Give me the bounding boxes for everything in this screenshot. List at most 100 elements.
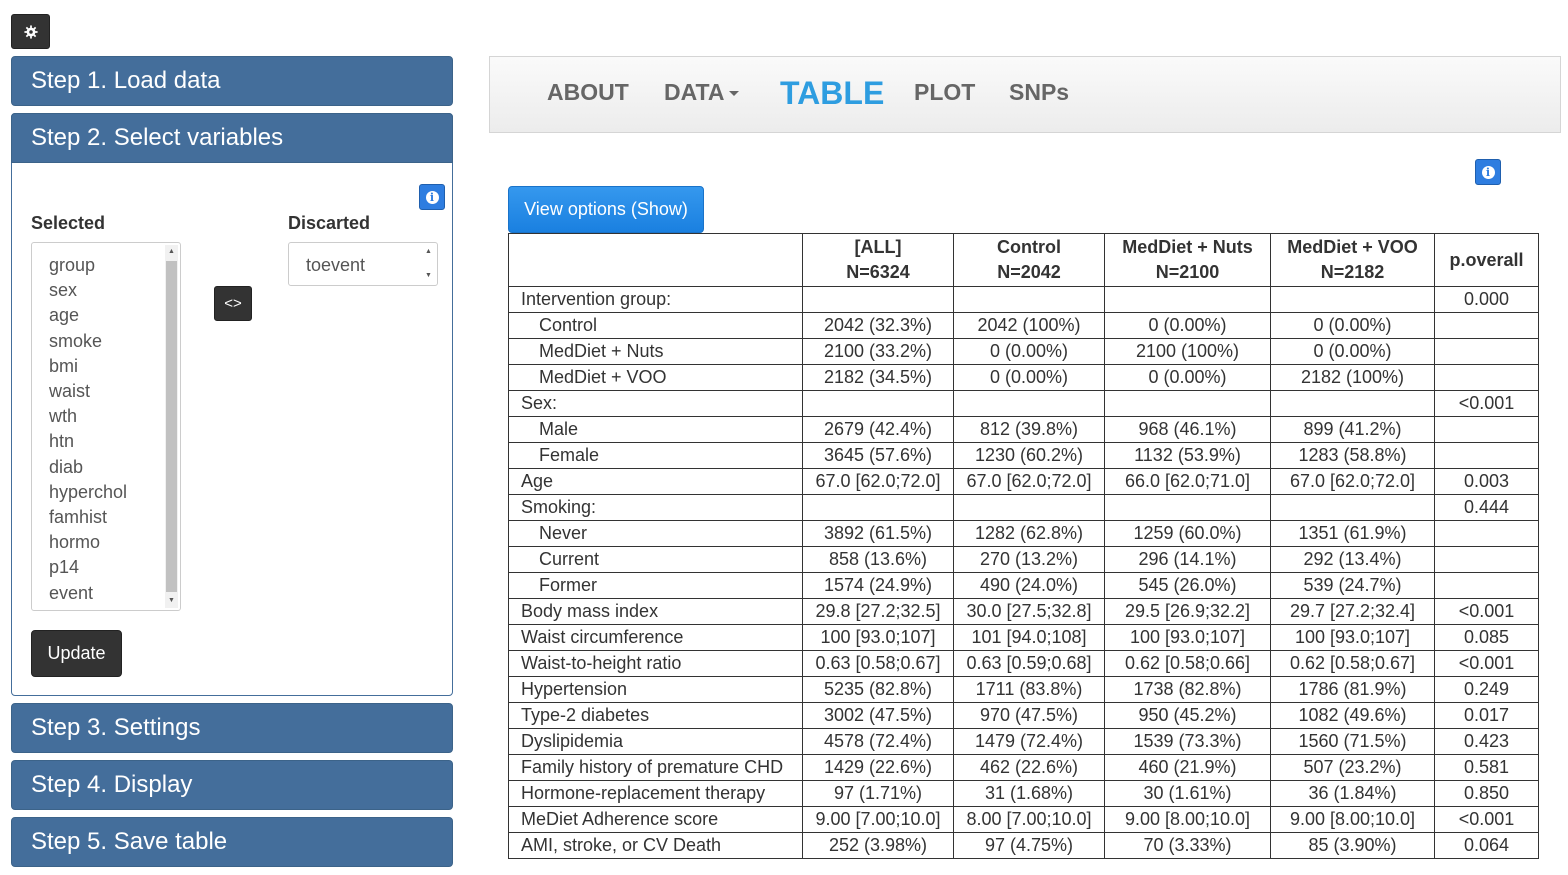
table-cell <box>1434 364 1539 391</box>
table-cell: 545 (26.0%) <box>1104 572 1271 599</box>
table-cell: 67.0 [62.0;72.0] <box>1270 468 1435 495</box>
list-item[interactable]: event <box>32 581 180 606</box>
row-label: Never <box>508 520 803 547</box>
list-item[interactable]: age <box>32 303 180 328</box>
list-item[interactable]: hyperchol <box>32 480 180 505</box>
step-4-header[interactable]: Step 4. Display <box>11 760 453 810</box>
table-cell: <0.001 <box>1434 598 1539 625</box>
scroll-up-icon[interactable]: ▲ <box>165 245 178 259</box>
table-cell: 0.63 [0.58;0.67] <box>802 650 954 677</box>
table-row: Never 3892 (61.5%) 1282 (62.8%) 1259 (60.0%… <box>508 520 1539 547</box>
settings-button[interactable] <box>11 14 50 49</box>
table-cell: 490 (24.0%) <box>953 572 1105 599</box>
table-cell: 3645 (57.6%) <box>802 442 954 469</box>
tab-snps[interactable]: SNPs <box>1009 57 1069 132</box>
step-3-header[interactable]: Step 3. Settings <box>11 703 453 753</box>
table-cell: 101 [94.0;108] <box>953 624 1105 651</box>
selected-list-scrollbar[interactable]: ▲ ▼ <box>165 245 178 608</box>
table-row: Control 2042 (32.3%) 2042 (100%) 0 (0.00%) 0… <box>508 312 1539 339</box>
table-cell: 0.850 <box>1434 780 1539 807</box>
list-item[interactable]: bmi <box>32 354 180 379</box>
table-cell: 0 (0.00%) <box>1270 338 1435 365</box>
column-header <box>508 233 803 287</box>
table-row: AMI, stroke, or CV Death 252 (3.98%) 97 (4… <box>508 832 1539 859</box>
table-cell: 0.000 <box>1434 286 1539 313</box>
descriptive-table: [ALL] N=6324 Control N=2042 MedDiet + Nuts N=… <box>508 233 1539 859</box>
tab-table[interactable]: TABLE <box>780 57 884 132</box>
table-cell <box>1434 442 1539 469</box>
step-2-header[interactable]: Step 2. Select variables <box>11 113 453 163</box>
table-cell <box>1434 520 1539 547</box>
table-cell <box>802 390 954 417</box>
table-info-button[interactable]: i <box>1475 159 1501 185</box>
step-5-header[interactable]: Step 5. Save table <box>11 817 453 867</box>
table-cell: 29.5 [26.9;32.2] <box>1104 598 1271 625</box>
table-cell <box>1434 312 1539 339</box>
table-row: Dyslipidemia 4578 (72.4%) 1479 (72.4%) 1539… <box>508 728 1539 755</box>
table-cell: 3892 (61.5%) <box>802 520 954 547</box>
table-cell: 270 (13.2%) <box>953 546 1105 573</box>
table-cell <box>1270 494 1435 521</box>
table-row: MeDiet Adherence score 9.00 [7.00;10.0] 8.… <box>508 806 1539 833</box>
step-1-header[interactable]: Step 1. Load data <box>11 56 453 106</box>
table-cell: 1283 (58.8%) <box>1270 442 1435 469</box>
list-item[interactable]: waist <box>32 379 180 404</box>
table-cell <box>1270 390 1435 417</box>
list-item[interactable]: smoke <box>32 329 180 354</box>
table-cell: 66.0 [62.0;71.0] <box>1104 468 1271 495</box>
table-cell: 30.0 [27.5;32.8] <box>953 598 1105 625</box>
list-item[interactable]: wth <box>32 404 180 429</box>
table-cell <box>953 494 1105 521</box>
row-label: Intervention group: <box>508 286 803 313</box>
list-item[interactable]: p14 <box>32 555 180 580</box>
tab-data[interactable]: DATA <box>664 57 740 132</box>
scroll-down-icon[interactable]: ▼ <box>422 269 435 283</box>
table-cell: 0.444 <box>1434 494 1539 521</box>
scroll-down-icon[interactable]: ▼ <box>165 594 178 608</box>
table-cell: 1560 (71.5%) <box>1270 728 1435 755</box>
table-cell: 1429 (22.6%) <box>802 754 954 781</box>
table-row: Former 1574 (24.9%) 490 (24.0%) 545 (26.0%)… <box>508 572 1539 599</box>
view-options-button[interactable]: View options (Show) <box>508 186 704 233</box>
list-item[interactable]: toevent <box>289 253 437 278</box>
scroll-up-icon[interactable]: ▲ <box>422 245 435 259</box>
table-cell: 31 (1.68%) <box>953 780 1105 807</box>
tab-about[interactable]: ABOUT <box>547 57 629 132</box>
table-cell <box>1434 546 1539 573</box>
column-header: MedDiet + VOO N=2182 <box>1270 233 1435 287</box>
column-header-line1: Control <box>997 237 1061 257</box>
list-item[interactable]: group <box>32 253 180 278</box>
table-cell: 0.62 [0.58;0.66] <box>1104 650 1271 677</box>
table-cell: 67.0 [62.0;72.0] <box>802 468 954 495</box>
row-label: Hypertension <box>508 676 803 703</box>
table-cell: 67.0 [62.0;72.0] <box>953 468 1105 495</box>
column-header: p.overall <box>1434 233 1539 287</box>
table-cell: 0.63 [0.59;0.68] <box>953 650 1105 677</box>
table-cell <box>1104 286 1271 313</box>
list-item[interactable]: sex <box>32 278 180 303</box>
swap-variables-button[interactable]: <> <box>214 286 252 321</box>
list-item[interactable]: diab <box>32 455 180 480</box>
list-item[interactable]: hormo <box>32 530 180 555</box>
tab-plot[interactable]: PLOT <box>914 57 975 132</box>
selected-variables-list[interactable]: ▲ ▼ group sex age smoke bmi waist wth htn diab hy… <box>31 242 181 611</box>
discarded-list-scrollbar[interactable]: ▲ ▼ <box>422 245 435 283</box>
table-cell: 0.017 <box>1434 702 1539 729</box>
column-header: Control N=2042 <box>953 233 1105 287</box>
list-item[interactable]: htn <box>32 429 180 454</box>
table-cell: 0.003 <box>1434 468 1539 495</box>
table-row: MedDiet + VOO 2182 (34.5%) 0 (0.00%) 0 (0.0… <box>508 364 1539 391</box>
discarded-variables-list[interactable]: ▲ ▼ toevent <box>288 242 438 286</box>
variables-info-button[interactable]: i <box>419 184 445 210</box>
table-cell: 1479 (72.4%) <box>953 728 1105 755</box>
scroll-thumb[interactable] <box>166 261 177 592</box>
table-cell: 100 [93.0;107] <box>1270 624 1435 651</box>
row-label: MeDiet Adherence score <box>508 806 803 833</box>
table-cell <box>1104 390 1271 417</box>
table-cell: 1082 (49.6%) <box>1270 702 1435 729</box>
table-cell: 0 (0.00%) <box>1270 312 1435 339</box>
table-row: MedDiet + Nuts 2100 (33.2%) 0 (0.00%) 2100 … <box>508 338 1539 365</box>
row-label: Age <box>508 468 803 495</box>
list-item[interactable]: famhist <box>32 505 180 530</box>
update-button[interactable]: Update <box>31 630 122 677</box>
